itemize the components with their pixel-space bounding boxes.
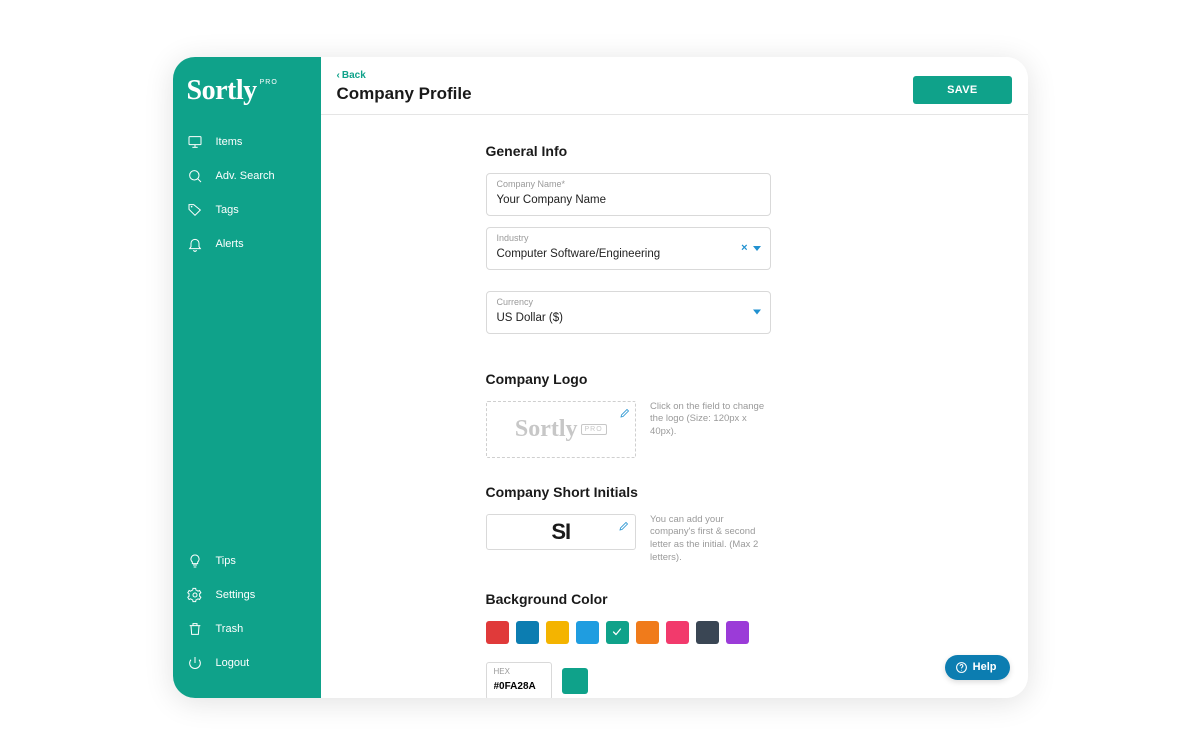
- monitor-icon: [187, 134, 203, 150]
- sidebar-item-logout[interactable]: Logout: [173, 646, 321, 680]
- check-icon: [611, 626, 623, 638]
- pencil-icon: [619, 406, 631, 424]
- clear-industry-icon[interactable]: ×: [741, 242, 747, 254]
- section-background-color: Background Color: [486, 591, 771, 607]
- color-swatch[interactable]: [516, 621, 539, 644]
- pencil-icon: [618, 519, 630, 537]
- industry-select[interactable]: [497, 248, 760, 260]
- color-swatch[interactable]: [486, 621, 509, 644]
- color-swatch[interactable]: [546, 621, 569, 644]
- sidebar-item-label: Trash: [216, 623, 244, 635]
- sidebar-item-tags[interactable]: Tags: [173, 193, 321, 227]
- bell-icon: [187, 236, 203, 252]
- nav-secondary: Tips Settings Trash Logout: [173, 544, 321, 680]
- chevron-down-icon[interactable]: [753, 310, 761, 315]
- sidebar-item-label: Alerts: [216, 238, 244, 250]
- hex-field[interactable]: HEX: [486, 662, 552, 698]
- initials-value: SI: [551, 519, 570, 545]
- save-button[interactable]: SAVE: [913, 76, 1011, 104]
- company-name-input[interactable]: [497, 194, 760, 206]
- section-company-logo: Company Logo: [486, 371, 771, 387]
- page-title: Company Profile: [337, 84, 472, 104]
- form-column: General Info Company Name* Industry × Cu…: [486, 143, 771, 698]
- section-short-initials: Company Short Initials: [486, 484, 771, 500]
- color-swatch-row: [486, 621, 771, 644]
- placeholder-wordmark: Sortly: [515, 416, 578, 443]
- sidebar-item-items[interactable]: Items: [173, 125, 321, 159]
- brand-wordmark: Sortly: [187, 75, 257, 107]
- page-header: ‹ Back Company Profile SAVE: [321, 57, 1028, 115]
- color-swatch[interactable]: [666, 621, 689, 644]
- hex-label: HEX: [494, 667, 544, 676]
- currency-select[interactable]: [497, 312, 760, 324]
- logo-placeholder: Sortly PRO: [515, 416, 607, 443]
- logo-hint: Click on the field to change the logo (S…: [650, 401, 770, 439]
- brand-pro-tag: PRO: [260, 79, 278, 86]
- sidebar-item-label: Items: [216, 136, 243, 148]
- tag-icon: [187, 202, 203, 218]
- lightbulb-icon: [187, 553, 203, 569]
- brand-logo: Sortly PRO: [173, 75, 321, 119]
- sidebar-item-adv-search[interactable]: Adv. Search: [173, 159, 321, 193]
- company-name-field[interactable]: Company Name*: [486, 173, 771, 216]
- sidebar-item-label: Settings: [216, 589, 256, 601]
- power-icon: [187, 655, 203, 671]
- color-swatch[interactable]: [636, 621, 659, 644]
- app-window: Sortly PRO Items Adv. Search Tags Alerts: [173, 57, 1028, 698]
- color-swatch[interactable]: [606, 621, 629, 644]
- placeholder-pro-tag: PRO: [581, 424, 607, 435]
- back-label: Back: [342, 70, 366, 81]
- field-label: Industry: [497, 233, 760, 243]
- hex-color-preview: [562, 668, 588, 694]
- currency-field[interactable]: Currency: [486, 291, 771, 334]
- content-scroll[interactable]: General Info Company Name* Industry × Cu…: [321, 115, 1028, 698]
- initials-edit-box[interactable]: SI: [486, 514, 637, 550]
- field-label: Company Name*: [497, 179, 760, 189]
- color-swatch[interactable]: [576, 621, 599, 644]
- nav-primary: Items Adv. Search Tags Alerts: [173, 125, 321, 261]
- sidebar-item-label: Adv. Search: [216, 170, 275, 182]
- logo-upload-box[interactable]: Sortly PRO: [486, 401, 637, 458]
- color-swatch[interactable]: [696, 621, 719, 644]
- sidebar-item-alerts[interactable]: Alerts: [173, 227, 321, 261]
- trash-icon: [187, 621, 203, 637]
- main-panel: ‹ Back Company Profile SAVE General Info…: [321, 57, 1028, 698]
- color-swatch[interactable]: [726, 621, 749, 644]
- sidebar: Sortly PRO Items Adv. Search Tags Alerts: [173, 57, 321, 698]
- sidebar-item-settings[interactable]: Settings: [173, 578, 321, 612]
- search-icon: [187, 168, 203, 184]
- chevron-left-icon: ‹: [337, 70, 340, 81]
- gear-icon: [187, 587, 203, 603]
- hex-input[interactable]: [494, 681, 544, 692]
- back-link[interactable]: ‹ Back: [337, 70, 366, 81]
- sidebar-item-trash[interactable]: Trash: [173, 612, 321, 646]
- chevron-down-icon[interactable]: [753, 246, 761, 251]
- sidebar-item-label: Logout: [216, 657, 250, 669]
- help-icon: [955, 661, 968, 674]
- sidebar-item-label: Tips: [216, 555, 236, 567]
- help-button[interactable]: Help: [945, 655, 1010, 680]
- industry-field[interactable]: Industry ×: [486, 227, 771, 270]
- section-general-info: General Info: [486, 143, 771, 159]
- sidebar-item-label: Tags: [216, 204, 239, 216]
- initials-hint: You can add your company's first & secon…: [650, 514, 770, 565]
- field-label: Currency: [497, 297, 760, 307]
- sidebar-item-tips[interactable]: Tips: [173, 544, 321, 578]
- help-label: Help: [973, 661, 997, 673]
